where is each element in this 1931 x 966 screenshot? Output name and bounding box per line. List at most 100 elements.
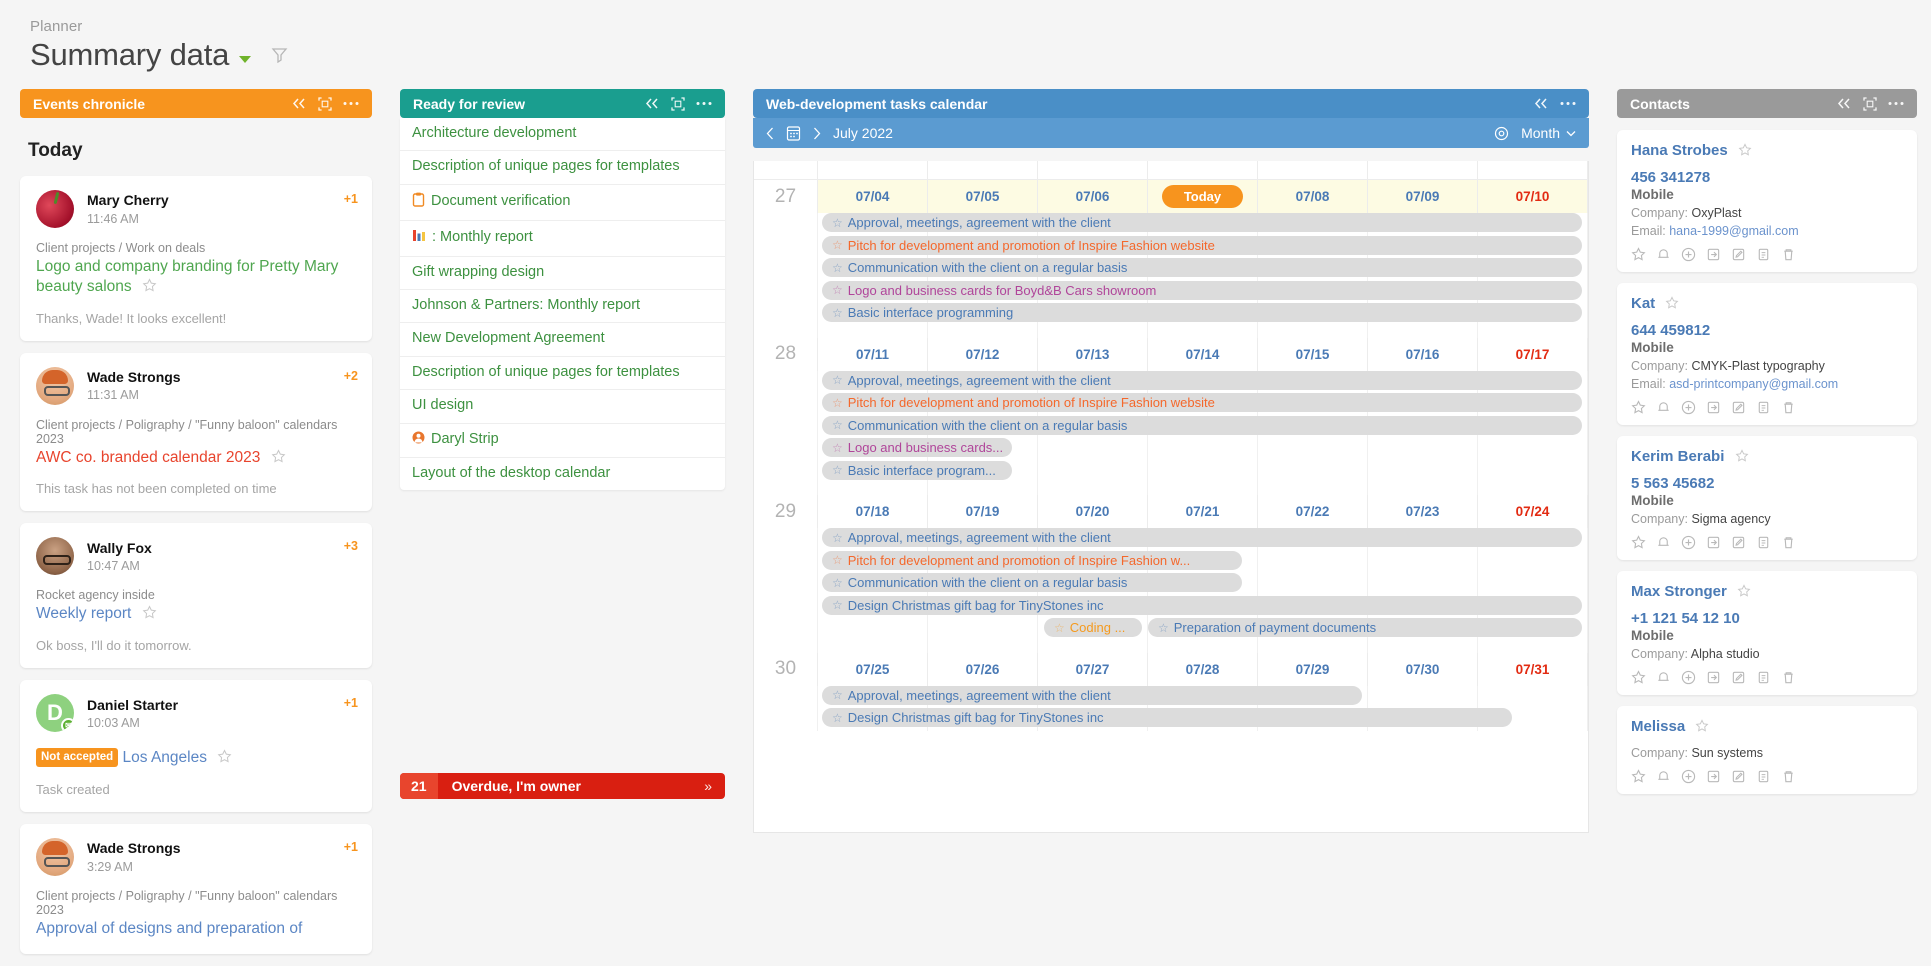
star-icon[interactable] xyxy=(271,449,286,470)
expand-icon[interactable]: » xyxy=(704,778,725,794)
calendar-grid[interactable]: 27 07/04 07/05 07/06 Today 07/08 07/09 0… xyxy=(753,161,1589,833)
login-icon[interactable] xyxy=(1706,670,1721,685)
edit-icon[interactable] xyxy=(1731,670,1746,685)
clipboard-icon[interactable] xyxy=(1756,535,1771,550)
calendar-event[interactable]: ☆Pitch for development and promotion of … xyxy=(822,551,1242,570)
star-icon[interactable] xyxy=(1631,670,1646,685)
plus-circle-icon[interactable] xyxy=(1681,400,1696,415)
calendar-event[interactable]: ☆Logo and business cards... xyxy=(822,438,1012,457)
calendar-event[interactable]: ☆Design Christmas gift bag for TinyStone… xyxy=(822,596,1582,615)
day-cell[interactable]: 07/21 xyxy=(1148,495,1258,528)
contact-card[interactable]: Kerim Berabi 5 563 45682 Mobile Company:… xyxy=(1617,436,1917,560)
clipboard-icon[interactable] xyxy=(1756,769,1771,784)
calendar-event[interactable]: ☆Communication with the client on a regu… xyxy=(822,416,1582,435)
star-icon[interactable]: ☆ xyxy=(832,553,843,567)
event-task-link[interactable]: AWC co. branded calendar 2023 xyxy=(36,448,356,470)
more-options-icon[interactable] xyxy=(343,101,359,106)
star-icon[interactable] xyxy=(217,749,232,770)
day-cell-today[interactable]: Today xyxy=(1148,180,1258,213)
star-icon[interactable]: ☆ xyxy=(832,688,843,702)
star-icon[interactable] xyxy=(142,278,157,299)
star-icon[interactable]: ☆ xyxy=(832,598,843,612)
star-icon[interactable]: ☆ xyxy=(832,711,843,725)
star-icon[interactable] xyxy=(1631,247,1646,262)
edit-icon[interactable] xyxy=(1731,535,1746,550)
collapse-icon[interactable] xyxy=(1837,98,1852,109)
widget-settings-icon[interactable] xyxy=(671,97,685,111)
star-icon[interactable] xyxy=(1631,535,1646,550)
widget-settings-icon[interactable] xyxy=(318,97,332,111)
contact-card[interactable]: Kat 644 459812 Mobile Company: CMYK-Plas… xyxy=(1617,283,1917,425)
star-icon[interactable]: ☆ xyxy=(832,531,843,545)
star-icon[interactable]: ☆ xyxy=(832,283,843,297)
login-icon[interactable] xyxy=(1706,247,1721,262)
plus-circle-icon[interactable] xyxy=(1681,769,1696,784)
star-icon[interactable] xyxy=(1631,769,1646,784)
day-cell[interactable]: 07/18 xyxy=(818,495,928,528)
review-item[interactable]: Daryl Strip xyxy=(400,424,725,458)
plus-circle-icon[interactable] xyxy=(1681,535,1696,550)
contact-card[interactable]: Melissa Company: Sun systems xyxy=(1617,706,1917,794)
contact-name-link[interactable]: Kat xyxy=(1631,295,1903,314)
contact-email[interactable]: asd-printcompany@gmail.com xyxy=(1669,377,1838,391)
chevron-left-icon[interactable] xyxy=(766,127,774,140)
day-cell[interactable]: 07/25 xyxy=(818,653,928,686)
contact-name-link[interactable]: Kerim Berabi xyxy=(1631,448,1903,467)
star-icon[interactable] xyxy=(1738,143,1752,161)
calendar-event[interactable]: ☆Basic interface programming xyxy=(822,303,1582,322)
day-cell[interactable]: 07/23 xyxy=(1368,495,1478,528)
star-icon[interactable]: ☆ xyxy=(832,261,843,275)
day-cell[interactable]: 07/14 xyxy=(1148,338,1258,371)
star-icon[interactable] xyxy=(1735,449,1749,467)
event-card[interactable]: +2 Wade Strongs 11:31 AM Client projects… xyxy=(20,353,372,512)
more-options-icon[interactable] xyxy=(1560,101,1576,106)
calendar-event[interactable]: ☆Pitch for development and promotion of … xyxy=(822,236,1582,255)
star-icon[interactable]: ☆ xyxy=(832,576,843,590)
day-cell[interactable]: 07/20 xyxy=(1038,495,1148,528)
day-cell[interactable]: 07/06 xyxy=(1038,180,1148,213)
day-cell[interactable]: 07/09 xyxy=(1368,180,1478,213)
event-card[interactable]: +3 Wally Fox 10:47 AM Rocket agency insi… xyxy=(20,523,372,668)
day-cell[interactable]: 07/27 xyxy=(1038,653,1148,686)
more-options-icon[interactable] xyxy=(1888,101,1904,106)
calendar-event[interactable]: ☆Approval, meetings, agreement with the … xyxy=(822,371,1582,390)
star-icon[interactable]: ☆ xyxy=(832,373,843,387)
collapse-icon[interactable] xyxy=(645,98,660,109)
overdue-bar[interactable]: 21 Overdue, I'm owner » xyxy=(400,773,725,799)
calendar-event[interactable]: ☆Approval, meetings, agreement with the … xyxy=(822,213,1582,232)
bell-icon[interactable] xyxy=(1656,769,1671,784)
contact-name-link[interactable]: Hana Strobes xyxy=(1631,142,1903,161)
contact-phone[interactable]: 456 341278 xyxy=(1631,169,1903,186)
edit-icon[interactable] xyxy=(1731,247,1746,262)
day-cell[interactable]: 07/19 xyxy=(928,495,1038,528)
bell-icon[interactable] xyxy=(1656,670,1671,685)
star-icon[interactable]: ☆ xyxy=(832,463,843,477)
star-icon[interactable]: ☆ xyxy=(832,238,843,252)
star-icon[interactable] xyxy=(1665,296,1679,314)
login-icon[interactable] xyxy=(1706,769,1721,784)
event-task-link[interactable]: Not accepted Los Angeles xyxy=(36,748,356,770)
review-item[interactable]: New Development Agreement xyxy=(400,323,725,356)
star-icon[interactable]: ☆ xyxy=(832,306,843,320)
day-cell[interactable]: 07/28 xyxy=(1148,653,1258,686)
event-card[interactable]: +1 D ✉ Daniel Starter 10:03 AM Not accep… xyxy=(20,680,372,812)
day-cell[interactable]: 07/12 xyxy=(928,338,1038,371)
clipboard-icon[interactable] xyxy=(1756,670,1771,685)
star-icon[interactable]: ☆ xyxy=(832,216,843,230)
star-icon[interactable]: ☆ xyxy=(832,396,843,410)
contact-name-link[interactable]: Melissa xyxy=(1631,718,1903,737)
day-cell[interactable]: 07/04 xyxy=(818,180,928,213)
login-icon[interactable] xyxy=(1706,535,1721,550)
collapse-icon[interactable] xyxy=(1534,98,1549,109)
event-task-link[interactable]: Weekly report xyxy=(36,604,356,626)
plus-circle-icon[interactable] xyxy=(1681,247,1696,262)
calendar-event[interactable]: ☆Preparation of payment documents xyxy=(1148,618,1582,637)
calendar-event[interactable]: ☆Pitch for development and promotion of … xyxy=(822,393,1582,412)
star-icon[interactable] xyxy=(1737,584,1751,602)
contact-name-link[interactable]: Max Stronger xyxy=(1631,583,1903,602)
star-icon[interactable] xyxy=(1695,719,1709,737)
review-item[interactable]: Description of unique pages for template… xyxy=(400,151,725,184)
trash-icon[interactable] xyxy=(1781,247,1796,262)
calendar-event[interactable]: ☆Approval, meetings, agreement with the … xyxy=(822,528,1582,547)
contact-card[interactable]: Max Stronger +1 121 54 12 10 Mobile Comp… xyxy=(1617,571,1917,695)
